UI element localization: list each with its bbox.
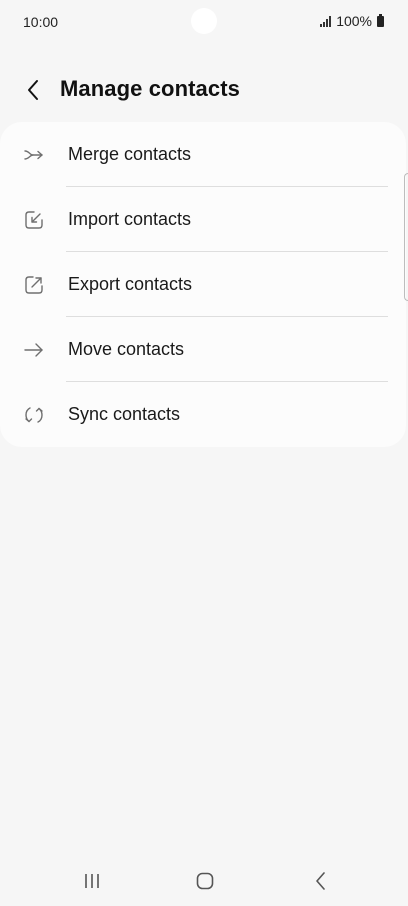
screen: 10:00 100% Manage contacts Merge contact… [0,0,408,906]
signal-icon [320,15,332,27]
menu-item-merge-contacts[interactable]: Merge contacts [0,122,406,187]
status-time: 10:00 [23,14,59,30]
menu-item-label: Export contacts [68,274,193,294]
recent-apps-icon [85,874,99,888]
menu-item-label: Move contacts [68,339,185,359]
move-arrow-icon [22,338,46,362]
menu-item-export-contacts[interactable]: Export contacts [0,252,406,317]
menu-item-label: Sync contacts [68,404,181,424]
status-indicators: 100% [320,13,384,29]
export-icon [22,273,46,297]
nav-back-icon [316,872,325,890]
battery-percent: 100% [336,13,372,29]
back-arrow-icon [28,80,38,100]
nav-back-button[interactable] [306,868,336,894]
recent-apps-button[interactable] [77,868,107,894]
home-icon [196,872,214,890]
menu-item-label: Merge contacts [68,144,192,164]
camera-cutout [191,8,217,34]
page-title: Manage contacts [60,76,240,101]
status-bar: 10:00 100% [0,0,408,44]
menu-item-label: Import contacts [68,209,192,229]
import-icon [22,208,46,232]
app-header: Manage contacts [0,66,408,112]
back-button[interactable] [18,75,48,105]
menu-item-move-contacts[interactable]: Move contacts [0,317,406,382]
menu-item-sync-contacts[interactable]: Sync contacts [0,382,406,447]
home-button[interactable] [190,868,220,894]
manage-contacts-card: Merge contacts Import contacts Export co… [0,122,406,447]
sync-icon [22,403,46,427]
merge-icon [22,143,46,167]
battery-icon [377,13,384,27]
scrollbar[interactable] [404,173,408,301]
navigation-bar [0,856,408,906]
menu-item-import-contacts[interactable]: Import contacts [0,187,406,252]
